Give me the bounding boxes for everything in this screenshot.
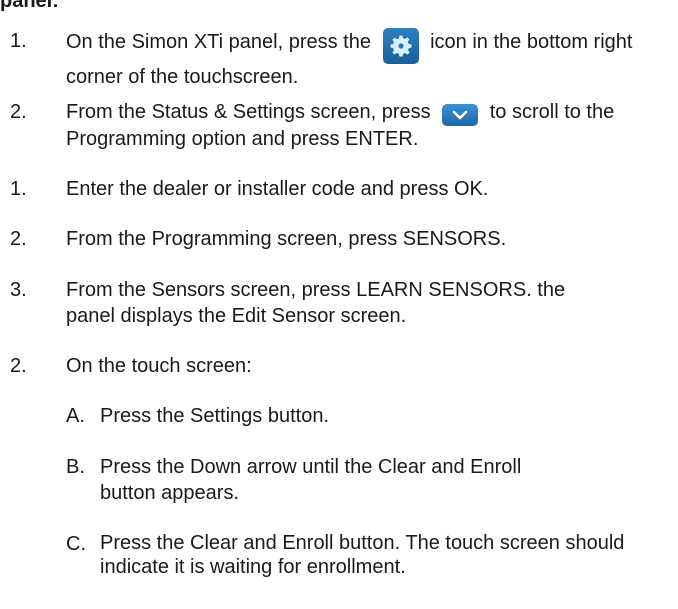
step-text-part: On the Simon XTi panel, press the bbox=[66, 31, 371, 53]
step-text: From the Sensors screen, press LEARN SEN… bbox=[66, 279, 566, 327]
substep-text: Press the Settings button. bbox=[100, 405, 330, 427]
step-number: 2. bbox=[10, 355, 27, 377]
gear-icon bbox=[382, 28, 419, 64]
substep-text: Press the Down arrow until the Clear and… bbox=[100, 456, 522, 504]
step-number: 1. bbox=[10, 178, 27, 200]
substep-text: Press the Clear and Enroll button. The t… bbox=[100, 532, 625, 578]
step-text: Enter the dealer or installer code and p… bbox=[66, 178, 489, 200]
step-number: 2. bbox=[10, 228, 27, 250]
substep-letter: B. bbox=[66, 456, 85, 478]
substep-letter: A. bbox=[66, 405, 85, 427]
chevron-down-icon bbox=[442, 104, 479, 126]
step-number: 2. bbox=[10, 101, 27, 123]
step-text-part: From the Status & Settings screen, press bbox=[66, 101, 431, 123]
step-text: On the Simon XTi panel, press the icon i… bbox=[66, 28, 672, 90]
substep-letter: C. bbox=[66, 533, 86, 555]
step-text: From the Programming screen, press SENSO… bbox=[66, 228, 507, 250]
section-heading: panel: bbox=[0, 0, 59, 12]
step-number: 1. bbox=[10, 30, 27, 52]
step-text: From the Status & Settings screen, press… bbox=[66, 99, 672, 152]
step-text: On the touch screen: bbox=[66, 355, 252, 377]
step-number: 3. bbox=[10, 279, 27, 301]
